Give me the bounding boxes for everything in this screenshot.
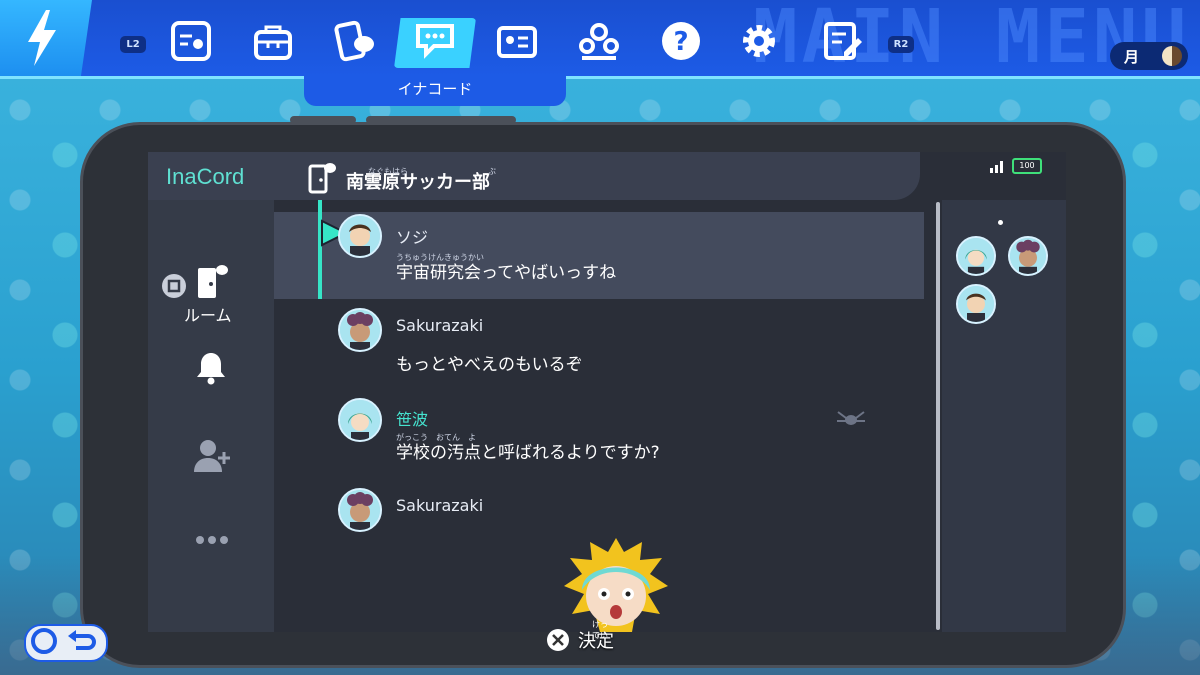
signal-icon xyxy=(990,161,1003,173)
app-header: InaCord なぐもはら ぶ 南雲原サッカー部 xyxy=(148,152,920,200)
room-door-icon xyxy=(308,163,336,194)
member-avatar-soji[interactable] xyxy=(956,284,996,324)
more-icon xyxy=(196,536,228,544)
avatar-sakurazaki xyxy=(338,308,382,352)
message-text: 学校の汚点と呼ばれるよりですか? xyxy=(396,443,660,463)
moon-icon xyxy=(1162,46,1182,66)
chat-message[interactable]: 笹波 がっこう おてん よ 学校の汚点と呼ばれるよりですか? xyxy=(274,396,924,476)
add-user-icon xyxy=(194,440,230,472)
chat-message[interactable]: ソジ うちゅうけんきゅうかい 宇宙研究会ってやばいっすね xyxy=(274,200,924,299)
confirm-hint[interactable]: けってい 決定 xyxy=(546,620,614,653)
avatar-soji xyxy=(338,214,382,258)
gear-icon[interactable] xyxy=(736,18,782,64)
avatar-sasanami xyxy=(338,398,382,442)
member-avatar-sakurazaki[interactable] xyxy=(1008,236,1048,276)
folder-icon[interactable] xyxy=(494,18,540,64)
shocked-character-sticker xyxy=(564,538,668,632)
back-button[interactable] xyxy=(24,624,108,662)
status-icons: 100 xyxy=(990,158,1042,174)
message-sender: 笹波 xyxy=(396,410,429,429)
help-icon[interactable]: ? xyxy=(658,18,704,64)
team-icon[interactable] xyxy=(576,18,622,64)
l2-button[interactable]: L2 xyxy=(120,36,146,53)
bolt-tab[interactable] xyxy=(0,0,92,76)
avatar-sakurazaki xyxy=(338,488,382,532)
room-title-ruby2: ぶ xyxy=(488,167,496,176)
bell-icon xyxy=(197,353,225,385)
active-tab-label-box: イナコード xyxy=(304,74,566,106)
square-button-icon xyxy=(162,274,186,298)
notes-icon[interactable] xyxy=(820,18,866,64)
battery-icon: 100 xyxy=(1012,158,1042,174)
time-of-day-chip: 月 xyxy=(1110,42,1188,70)
online-dot xyxy=(998,220,1003,225)
bag-icon[interactable] xyxy=(250,18,296,64)
chat-scrollbar[interactable] xyxy=(936,202,940,630)
message-text: もっとやべえのもいるぞ xyxy=(396,355,583,375)
room-sidebar: ルーム xyxy=(148,200,274,632)
inacord-logo: InaCord xyxy=(166,164,245,189)
x-button-icon xyxy=(547,629,569,651)
room-door-icon xyxy=(198,265,228,298)
message-sender: Sakurazaki xyxy=(396,496,484,515)
member-avatar-sasanami[interactable] xyxy=(956,236,996,276)
inacord-icon xyxy=(412,18,458,64)
bolt-icon xyxy=(28,10,56,66)
phone-chat-icon[interactable] xyxy=(332,18,378,64)
chat-message[interactable]: Sakurazaki xyxy=(274,486,924,632)
room-title-ruby: なぐもはら xyxy=(368,167,408,176)
back-icon xyxy=(31,628,96,654)
chat-message[interactable]: Sakurazaki もっとやべえのもいるぞ xyxy=(274,306,924,386)
member-list xyxy=(942,200,1066,632)
selection-bar xyxy=(318,200,322,299)
confirm-ruby: けってい xyxy=(592,620,608,640)
message-sender: ソジ xyxy=(396,228,429,247)
spider-icon xyxy=(837,411,865,425)
message-text: 宇宙研究会ってやばいっすね xyxy=(396,263,617,283)
r2-button[interactable]: R2 xyxy=(888,36,914,53)
sidebar-room-label: ルーム xyxy=(184,306,232,325)
chat-log: ソジ うちゅうけんきゅうかい 宇宙研究会ってやばいっすね Sakurazaki … xyxy=(274,200,934,632)
room-title-area: なぐもはら ぶ 南雲原サッカー部 xyxy=(308,162,496,194)
time-of-day-label: 月 xyxy=(1124,47,1140,66)
svg-text:?: ? xyxy=(673,27,688,57)
active-tab-label: イナコード xyxy=(397,80,473,98)
main-menu-bar: MAIN MENU L2 ? R2 月 xyxy=(0,0,1200,80)
message-sender: Sakurazaki xyxy=(396,316,484,335)
phone-screen: InaCord なぐもはら ぶ 南雲原サッカー部 100 ルーム ソジ うちゅう… xyxy=(148,152,1066,632)
map-id-icon[interactable] xyxy=(168,18,214,64)
